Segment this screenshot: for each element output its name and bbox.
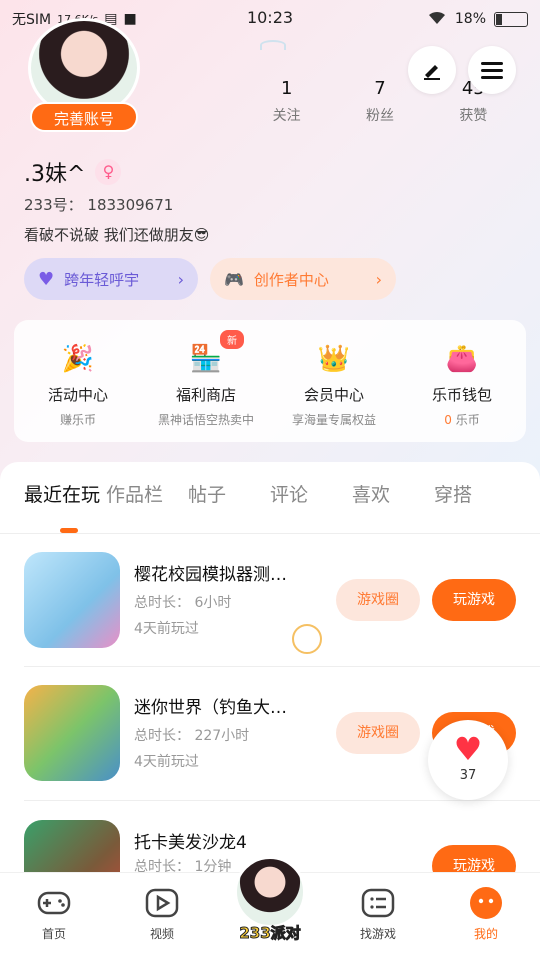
edit-profile-button[interactable] xyxy=(408,46,456,94)
nav-label: 视频 xyxy=(149,927,174,941)
game-cover[interactable] xyxy=(24,552,120,648)
gamepad-icon: 🎮 xyxy=(224,269,244,289)
me-icon xyxy=(468,887,504,919)
collapse-handle-icon xyxy=(260,40,286,50)
event-pill-button[interactable]: ♥ 跨年轻呼宇 › xyxy=(24,258,198,300)
tab-likes[interactable]: 喜欢 xyxy=(352,480,434,533)
battery-percent: 18% xyxy=(454,11,486,27)
list-icon xyxy=(360,887,396,919)
party-brand-label: 233派对 xyxy=(239,924,301,943)
nickname-row: .3妹^ ♀ xyxy=(24,156,122,188)
game-duration: 总时长： 6小时 xyxy=(134,595,232,611)
tab-posts[interactable]: 帖子 xyxy=(188,480,270,533)
nav-find-game[interactable]: 找游戏 xyxy=(324,873,432,960)
stat-following[interactable]: 1 关注 xyxy=(240,78,333,125)
nav-label: 首页 xyxy=(41,927,66,941)
stat-number: 1 xyxy=(280,78,293,99)
loading-spinner-icon xyxy=(292,624,322,654)
game-duration: 总时长： 227小时 xyxy=(134,728,250,744)
game-cover[interactable] xyxy=(24,685,120,781)
creator-center-button[interactable]: 🎮 创作者中心 › xyxy=(210,258,396,300)
nav-me[interactable]: 我的 xyxy=(432,873,540,960)
feature-title: 乐币钱包 xyxy=(431,386,492,404)
gamepad-icon xyxy=(36,887,72,919)
heart-icon: ♥ xyxy=(38,268,55,290)
game-circle-button[interactable]: 游戏圈 xyxy=(336,579,420,621)
feature-title: 活动中心 xyxy=(47,386,108,404)
new-badge: 新 xyxy=(220,330,244,349)
creator-center-label: 创作者中心 xyxy=(253,270,329,289)
feature-subtitle: 赚乐币 xyxy=(59,413,96,427)
avatar xyxy=(234,856,306,928)
row-divider xyxy=(24,800,540,801)
nav-video[interactable]: 视频 xyxy=(108,873,216,960)
game-last-played: 4天前玩过 xyxy=(134,621,199,637)
signature: 看破不说破 我们还做朋友😎 xyxy=(24,226,210,244)
heart-icon: ♥ xyxy=(453,730,483,768)
feature-subtitle: 享海量专属权益 xyxy=(291,413,376,427)
wifi-icon xyxy=(427,9,447,29)
profile-avatar-section: 完善账号 xyxy=(28,18,140,132)
center-party-button[interactable]: 233派对 xyxy=(222,846,318,943)
play-icon xyxy=(144,887,180,919)
content-panel: 最近在玩 作品栏 帖子 评论 喜欢 穿搭 xyxy=(0,462,540,882)
tab-works[interactable]: 作品栏 xyxy=(106,480,188,533)
feature-card: 🎉 活动中心 赚乐币 新 🏪 福利商店 黑神话悟空热卖中 👑 会员中心 享海量专… xyxy=(14,320,526,442)
tab-divider xyxy=(0,533,540,534)
stat-label: 粉丝 xyxy=(365,108,394,124)
wallet-balance: 0 xyxy=(444,413,452,427)
tab-recent-played[interactable]: 最近在玩 xyxy=(24,480,106,533)
crown-icon: 👑 xyxy=(317,344,351,374)
game-title: 迷你世界（钓鱼大… xyxy=(134,698,287,718)
pen-icon xyxy=(424,65,440,80)
battery-icon xyxy=(494,11,528,27)
game-last-played: 4天前玩过 xyxy=(134,754,199,770)
nav-label: 找游戏 xyxy=(359,927,396,941)
feature-title: 福利商店 xyxy=(175,386,236,404)
stat-label: 获赞 xyxy=(459,108,488,124)
chevron-right-icon: › xyxy=(177,269,184,289)
feature-welfare-shop[interactable]: 新 🏪 福利商店 黑神话悟空热卖中 xyxy=(142,320,270,442)
like-count: 37 xyxy=(459,768,477,783)
nav-label: 我的 xyxy=(473,927,498,941)
game-title: 樱花校园模拟器测… xyxy=(134,565,287,585)
tab-bar: 最近在玩 作品栏 帖子 评论 喜欢 穿搭 xyxy=(0,462,540,533)
menu-button[interactable] xyxy=(468,46,516,94)
tab-comments[interactable]: 评论 xyxy=(270,480,352,533)
complete-account-button[interactable]: 完善账号 xyxy=(30,102,138,132)
feature-subtitle: 黑神话悟空热卖中 xyxy=(157,413,254,427)
chevron-right-icon: › xyxy=(375,269,382,289)
party-popper-icon: 🎉 xyxy=(61,344,95,374)
feature-wallet[interactable]: 👛 乐币钱包 0 乐币 xyxy=(398,320,526,442)
tab-outfits[interactable]: 穿搭 xyxy=(434,480,516,533)
nav-home[interactable]: 首页 xyxy=(0,873,108,960)
stat-label: 关注 xyxy=(272,108,301,124)
wallet-icon: 👛 xyxy=(445,344,479,374)
female-icon: ♀ xyxy=(95,159,122,185)
feature-vip-center[interactable]: 👑 会员中心 享海量专属权益 xyxy=(270,320,398,442)
wallet-unit: 乐币 xyxy=(455,413,480,427)
play-game-button[interactable]: 玩游戏 xyxy=(432,579,516,621)
event-pill-label: 跨年轻呼宇 xyxy=(64,270,140,289)
feature-title: 会员中心 xyxy=(303,386,364,404)
nickname: .3妹^ xyxy=(24,162,86,187)
hamburger-icon xyxy=(481,62,503,79)
feature-activity-center[interactable]: 🎉 活动中心 赚乐币 xyxy=(14,320,142,442)
user-id[interactable]: 233号： 183309671 xyxy=(24,194,173,215)
row-divider xyxy=(24,666,540,667)
game-row[interactable]: 樱花校园模拟器测… 总时长： 6小时 4天前玩过 游戏圈 玩游戏 xyxy=(24,552,524,652)
floating-like-button[interactable]: ♥ 37 xyxy=(428,720,508,800)
game-circle-button[interactable]: 游戏圈 xyxy=(336,712,420,754)
feature-subtitle: 0 乐币 xyxy=(398,411,526,428)
